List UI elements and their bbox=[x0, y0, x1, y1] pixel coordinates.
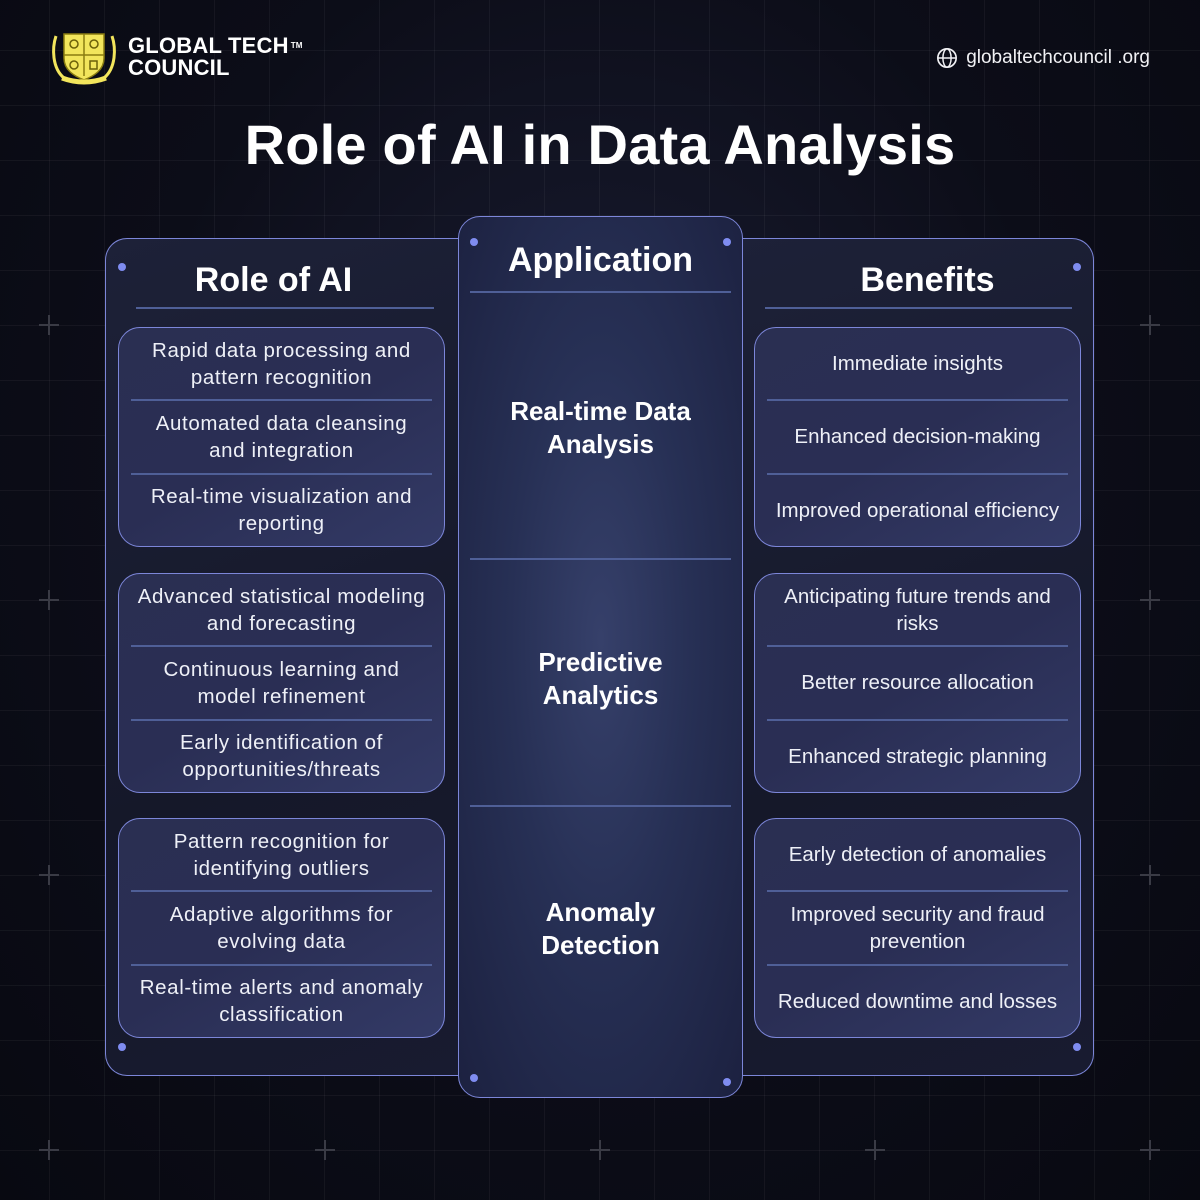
accent-dot bbox=[723, 1078, 731, 1086]
crosshair-mark bbox=[39, 1140, 59, 1160]
crosshair-mark bbox=[315, 1140, 335, 1160]
benefit-item: Early detection of anomalies bbox=[767, 819, 1068, 893]
crosshair-mark bbox=[39, 590, 59, 610]
benefits-panel: Benefits Immediate insights Enhanced dec… bbox=[715, 238, 1094, 1076]
role-of-ai-heading: Role of AI bbox=[194, 261, 353, 299]
accent-dot bbox=[1073, 1043, 1081, 1051]
role-item: Early identification of opportunities/th… bbox=[180, 731, 383, 782]
role-item: Advanced statistical modeling and foreca… bbox=[131, 574, 432, 648]
application-realtime-data-analysis: Real-time Data Analysis bbox=[510, 396, 691, 459]
role-item: Automated data cleansing and integration bbox=[131, 401, 432, 475]
role-item: Real-time alerts and anomaly classificat… bbox=[139, 976, 424, 1027]
benefit-item: Improved operational efficiency bbox=[775, 498, 1060, 522]
benefits-card-realtime: Immediate insights Enhanced decision-mak… bbox=[754, 327, 1081, 547]
globe-icon bbox=[937, 48, 958, 68]
role-card-realtime: Rapid data processing and pattern recogn… bbox=[118, 327, 445, 547]
benefit-item: Reduced downtime and losses bbox=[777, 989, 1058, 1013]
accent-dot bbox=[1073, 263, 1081, 271]
role-item: Continuous learning and model refinement bbox=[131, 647, 432, 721]
role-card-predictive: Advanced statistical modeling and foreca… bbox=[118, 573, 445, 793]
role-item: Rapid data processing and pattern recogn… bbox=[131, 328, 432, 402]
crosshair-mark bbox=[1140, 865, 1160, 885]
trademark: TM bbox=[290, 41, 303, 50]
website-url: globaltechcouncil .org bbox=[966, 47, 1150, 68]
row-divider bbox=[470, 805, 731, 807]
heading-divider bbox=[470, 291, 731, 293]
crest-shield-icon bbox=[52, 33, 116, 85]
brand-logo[interactable]: GLOBAL TECH TM COUNCIL bbox=[50, 28, 303, 86]
benefit-item: Immediate insights bbox=[767, 328, 1068, 402]
crosshair-mark bbox=[865, 1140, 885, 1160]
application-predictive-analytics: Predictive Analytics bbox=[538, 647, 663, 710]
application-heading: Application bbox=[507, 241, 694, 279]
benefits-card-anomaly: Early detection of anomalies Improved se… bbox=[754, 818, 1081, 1038]
application-panel: Application Real-time Data Analysis Pred… bbox=[458, 216, 743, 1098]
brand-name: GLOBAL TECH TM COUNCIL bbox=[128, 35, 303, 79]
crosshair-mark bbox=[1140, 1140, 1160, 1160]
benefit-item: Enhanced strategic planning bbox=[788, 744, 1047, 768]
crosshair-mark bbox=[39, 315, 59, 335]
benefit-item: Better resource allocation bbox=[767, 647, 1068, 721]
accent-dot bbox=[118, 263, 126, 271]
benefits-heading: Benefits bbox=[860, 261, 995, 299]
accent-dot bbox=[470, 1074, 478, 1082]
row-divider bbox=[470, 558, 731, 560]
heading-divider bbox=[765, 307, 1072, 309]
benefit-item: Improved security and fraud prevention bbox=[767, 892, 1068, 966]
crosshair-mark bbox=[1140, 590, 1160, 610]
role-item: Adaptive algorithms for evolving data bbox=[131, 892, 432, 966]
role-item: Pattern recognition for identifying outl… bbox=[131, 819, 432, 893]
benefit-item: Enhanced decision-making bbox=[767, 401, 1068, 475]
benefits-card-predictive: Anticipating future trends and risks Bet… bbox=[754, 573, 1081, 793]
crosshair-mark bbox=[590, 1140, 610, 1160]
crosshair-mark bbox=[39, 865, 59, 885]
brand-name-line2: COUNCIL bbox=[128, 55, 230, 80]
crosshair-mark bbox=[1140, 315, 1160, 335]
benefit-item: Anticipating future trends and risks bbox=[767, 574, 1068, 648]
application-anomaly-detection: Anomaly Detection bbox=[541, 897, 660, 960]
website-link[interactable]: globaltechcouncil .org bbox=[936, 47, 1150, 69]
accent-dot bbox=[118, 1043, 126, 1051]
page-title: Role of AI in Data Analysis bbox=[244, 113, 956, 176]
role-card-anomaly: Pattern recognition for identifying outl… bbox=[118, 818, 445, 1038]
role-item: Real-time visualization and reporting bbox=[150, 485, 413, 536]
role-of-ai-panel: Role of AI Rapid data processing and pat… bbox=[105, 238, 485, 1076]
heading-divider bbox=[136, 307, 434, 309]
